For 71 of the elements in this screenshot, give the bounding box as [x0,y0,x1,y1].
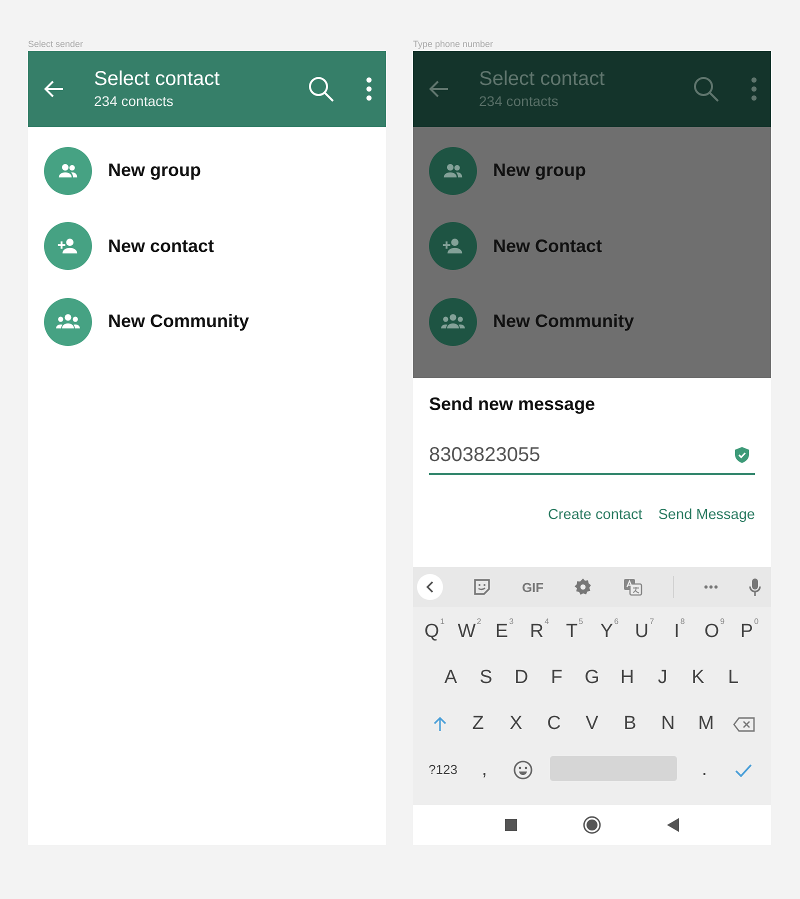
key[interactable]: A [438,663,463,689]
smiley-icon [513,760,534,780]
key[interactable]: Q$^{1}$ [422,617,446,643]
group-icon [44,146,92,195]
back-arrow-icon[interactable] [428,78,450,100]
mic-icon[interactable] [748,578,761,596]
menu-icon[interactable] [751,77,757,101]
back-icon[interactable] [667,818,679,832]
key[interactable]: W$^{2}$ [458,617,482,643]
sticker-icon[interactable] [473,578,492,596]
contact-count: 234 contacts [479,92,560,111]
chevron-left-icon [426,581,434,593]
key[interactable]: O$^{9}$ [702,617,726,643]
collapse-button[interactable] [417,574,443,600]
key[interactable]: B [618,709,642,735]
key[interactable]: S [474,663,498,689]
check-icon [734,764,752,776]
key[interactable]: E$^{3}$ [492,617,516,643]
back-arrow-icon[interactable] [43,78,65,100]
more-icon[interactable] [704,585,718,589]
list-item[interactable]: New group [413,133,771,208]
contact-count: 234 contacts [94,92,174,111]
key[interactable]: M [694,709,718,735]
key[interactable]: J [650,663,675,689]
up-arrow-icon [433,716,447,732]
key[interactable]: I$^{8}$ [668,617,692,643]
menu-icon[interactable] [366,77,372,101]
phone-number-field[interactable]: 8303823055 [429,437,755,475]
community-icon [44,298,92,346]
home-icon[interactable] [583,816,601,834]
dialog-action-button[interactable]: Create contact [548,507,642,523]
dialog-title: Send new message [429,394,596,415]
list-item[interactable]: New Community [28,284,386,360]
list-item[interactable]: New group [28,133,386,208]
community-icon [429,298,477,346]
backspace-icon [733,716,755,732]
list-item[interactable]: New Contact [413,208,771,284]
key[interactable]: N [656,709,680,735]
search-icon[interactable] [693,76,719,102]
key[interactable]: U$^{7}$ [632,617,656,643]
screen-caption: Select sender [28,38,84,51]
key[interactable]: R$^{4}$ [528,617,552,643]
key[interactable]: H [615,663,640,689]
key[interactable]: T$^{5}$ [562,617,586,643]
key[interactable]: G [580,663,604,689]
key[interactable]: V [580,709,604,735]
key[interactable]: , [472,755,496,781]
key[interactable]: ?123 [428,755,458,781]
dialog-action-button[interactable]: Send Message [658,507,755,523]
translate-icon[interactable] [622,578,643,596]
key[interactable]: P$^{0}$ [738,617,762,643]
key[interactable]: Y$^{6}$ [598,617,622,643]
key[interactable]: . [692,755,716,781]
list-item[interactable]: New contact [28,208,386,284]
key[interactable]: C [542,709,566,735]
key[interactable]: X [504,709,528,735]
group-icon [429,146,477,195]
screen-title: Select contact [479,67,606,91]
search-icon[interactable] [308,76,334,102]
key[interactable]: D [509,663,534,689]
screen-caption: Type phone number [413,38,494,51]
key[interactable]: F [544,663,569,689]
screen-title: Select contact [94,67,221,91]
settings-icon[interactable] [574,578,592,596]
add-person-icon [429,222,477,270]
add-person-icon [44,222,92,270]
key[interactable]: L [721,663,746,689]
gif-button[interactable]: GIF [522,580,544,594]
key[interactable]: K [686,663,710,689]
key[interactable]: Z [466,709,490,735]
list-item[interactable]: New Community [413,284,771,360]
